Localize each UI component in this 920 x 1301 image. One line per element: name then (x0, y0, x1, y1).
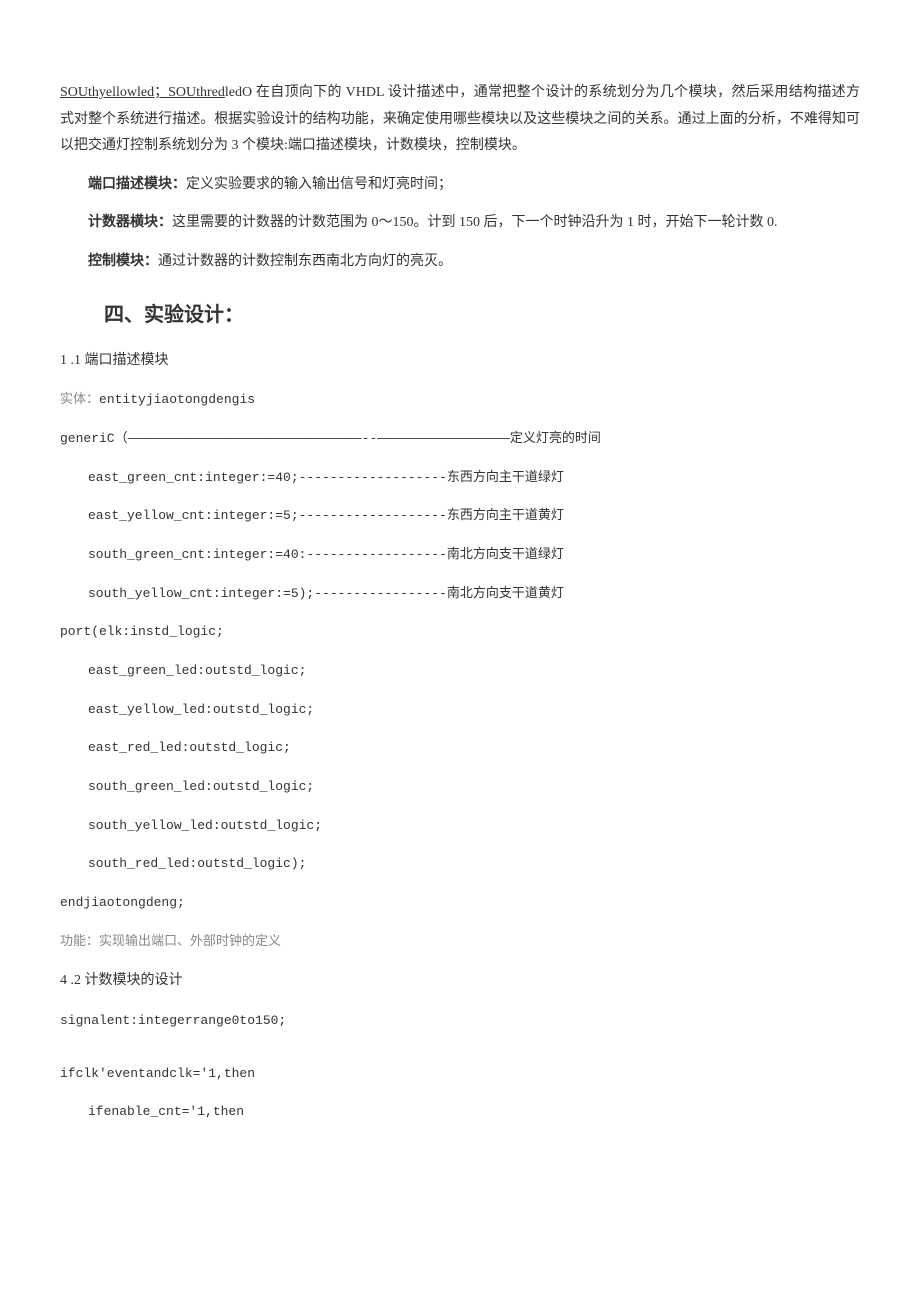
paragraph-3-bold: 计数器横块： (88, 215, 172, 230)
port-2: east_yellow_led:outstd_logic; (60, 698, 860, 723)
generic-2: east_yellow_cnt:integer:=5;-------------… (60, 504, 860, 529)
entity-code: entityjiaotongdengis (99, 392, 255, 407)
port-3: east_red_led:outstd_logic; (60, 736, 860, 761)
if-line: ifclk'eventandclk='1,then (60, 1062, 860, 1087)
underline-text: SOUthyellowled；SOUthred (60, 85, 225, 100)
subsection-1: 1 .1 端口描述模块 (60, 348, 860, 375)
function-text: 实现输出端口、外部时钟的定义 (99, 934, 281, 949)
entity-label: 实体： (60, 392, 99, 407)
entity-line: 实体：entityjiaotongdengis (60, 388, 860, 413)
paragraph-4-rest: 通过计数器的计数控制东西南北方向灯的亮灭。 (158, 254, 452, 269)
paragraph-1: SOUthyellowled；SOUthredledO 在自顶向下的 VHDL … (60, 80, 860, 160)
paragraph-2: 端口描述模块：定义实验要求的输入输出信号和灯亮时间； (60, 172, 860, 199)
section-title: 四、实验设计： (104, 296, 860, 334)
function-label: 功能： (60, 934, 99, 949)
port-1: east_green_led:outstd_logic; (60, 659, 860, 684)
paragraph-3-rest: 这里需要的计数器的计数范围为 0～150。计到 150 后，下一个时钟沿升为 1… (172, 215, 778, 230)
paragraph-4: 控制模块：通过计数器的计数控制东西南北方向灯的亮灭。 (60, 249, 860, 276)
signal-line: signalent:integerrange0to150; (60, 1009, 860, 1034)
port-4: south_green_led:outstd_logic; (60, 775, 860, 800)
generic-1: east_green_cnt:integer:=40;-------------… (60, 466, 860, 491)
end-entity: endjiaotongdeng; (60, 891, 860, 916)
paragraph-2-rest: 定义实验要求的输入输出信号和灯亮时间； (186, 177, 452, 192)
paragraph-2-bold: 端口描述模块： (88, 177, 186, 192)
port-line: port(elk:instd_logic; (60, 620, 860, 645)
generic-4: south_yellow_cnt:integer:=5);-----------… (60, 582, 860, 607)
paragraph-3: 计数器横块：这里需要的计数器的计数范围为 0～150。计到 150 后，下一个时… (60, 210, 860, 237)
port-6: south_red_led:outstd_logic); (60, 852, 860, 877)
port-5: south_yellow_led:outstd_logic; (60, 814, 860, 839)
subsection-2: 4 .2 计数模块的设计 (60, 968, 860, 995)
function-line: 功能：实现输出端口、外部时钟的定义 (60, 930, 860, 955)
generic-line: generiC（——————————————————————————————--… (60, 427, 860, 452)
generic-3: south_green_cnt:integer:=40:------------… (60, 543, 860, 568)
paragraph-4-bold: 控制模块： (88, 254, 158, 269)
if-inner: ifenable_cnt='1,then (60, 1100, 860, 1125)
